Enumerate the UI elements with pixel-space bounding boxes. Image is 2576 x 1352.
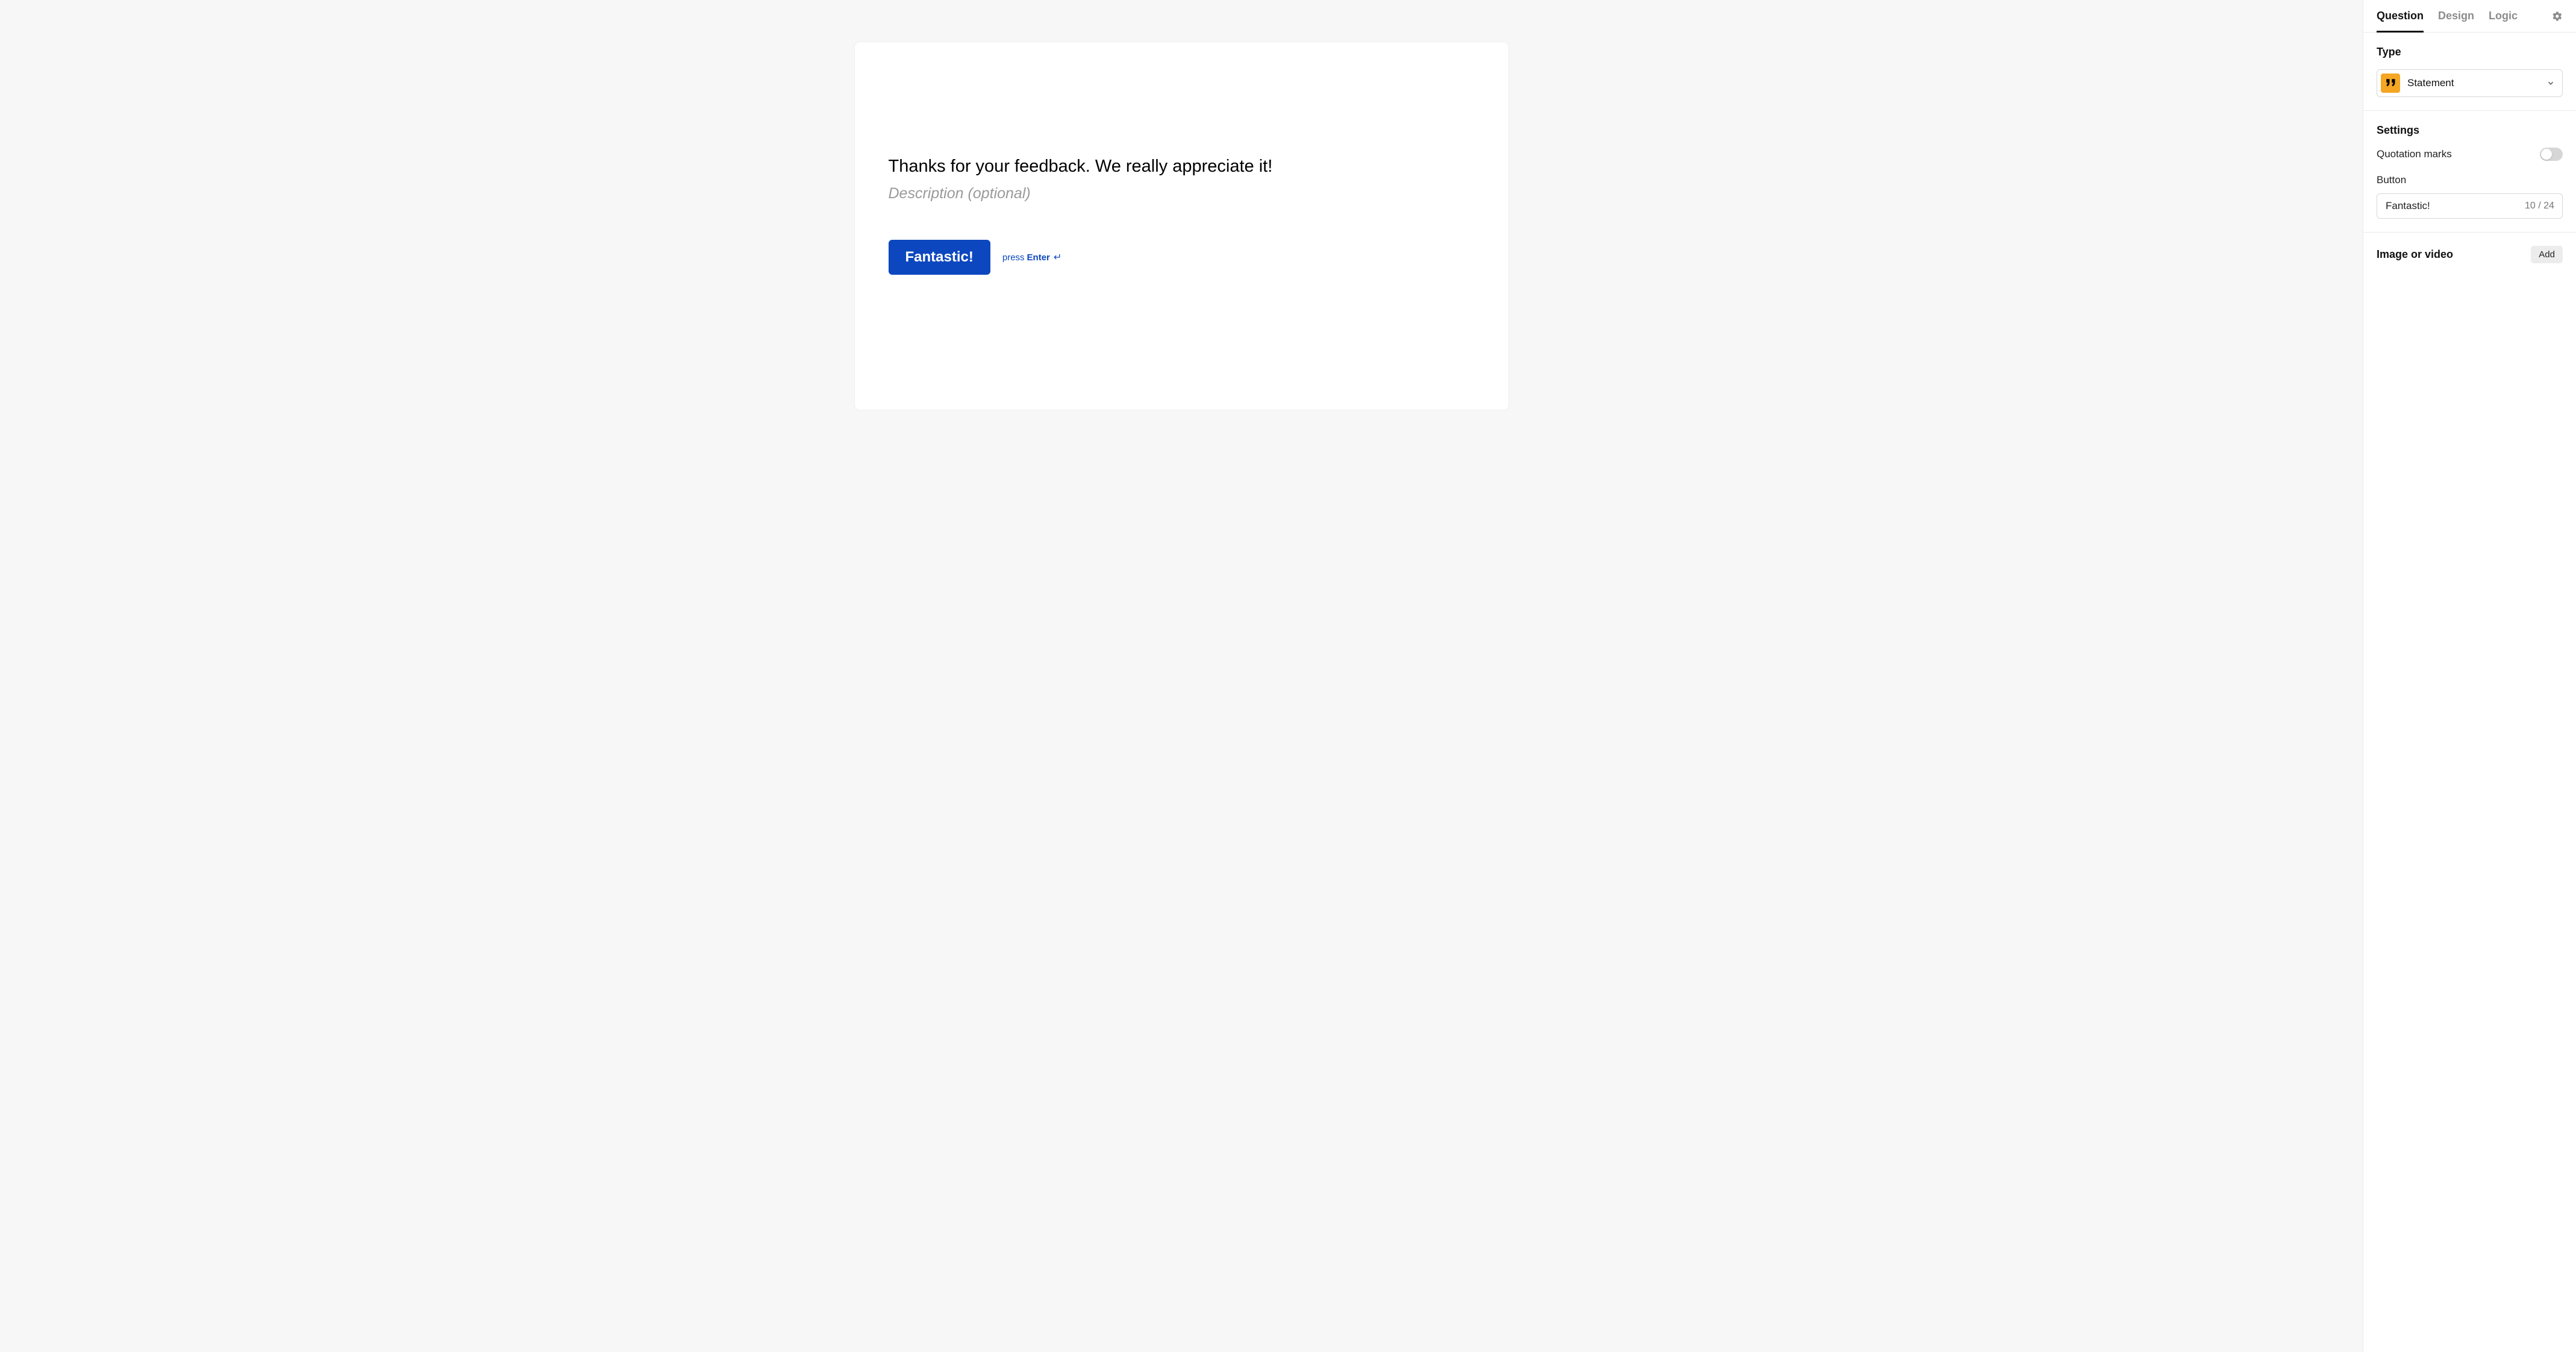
hint-press: press xyxy=(1002,252,1025,263)
chevron-down-icon xyxy=(2546,79,2555,87)
question-card: Thanks for your feedback. We really appr… xyxy=(855,42,1508,410)
media-section: Image or video Add xyxy=(2363,233,2576,277)
sidebar-tabs: Question Design Logic xyxy=(2363,0,2576,33)
media-add-row: Image or video Add xyxy=(2377,246,2563,263)
type-selected-label: Statement xyxy=(2407,77,2539,89)
tab-question[interactable]: Question xyxy=(2377,1,2424,33)
question-description-placeholder[interactable]: Description (optional) xyxy=(889,185,1475,202)
type-section: Type Statement xyxy=(2363,33,2576,111)
question-title[interactable]: Thanks for your feedback. We really appr… xyxy=(889,157,1475,177)
hint-enter: Enter xyxy=(1027,252,1050,263)
settings-section-title: Settings xyxy=(2377,124,2563,137)
gear-icon[interactable] xyxy=(2552,11,2563,22)
type-section-title: Type xyxy=(2377,46,2563,58)
type-select[interactable]: Statement xyxy=(2377,69,2563,97)
media-title: Image or video xyxy=(2377,248,2453,261)
canvas-area: Thanks for your feedback. We really appr… xyxy=(0,0,2363,1352)
button-char-count: 10 / 24 xyxy=(2525,201,2554,211)
add-media-button[interactable]: Add xyxy=(2531,246,2563,263)
settings-section: Settings Quotation marks Button 10 / 24 xyxy=(2363,111,2576,233)
enter-key-icon: ↵ xyxy=(1054,251,1061,263)
tab-design[interactable]: Design xyxy=(2438,1,2474,33)
quotation-marks-toggle[interactable] xyxy=(2540,148,2563,161)
press-enter-hint: press Enter ↵ xyxy=(1002,251,1061,263)
button-field-label: Button xyxy=(2377,174,2563,186)
tab-logic[interactable]: Logic xyxy=(2489,1,2518,33)
button-text-input[interactable] xyxy=(2386,200,2519,212)
quotation-marks-row: Quotation marks xyxy=(2377,148,2563,161)
properties-sidebar: Question Design Logic Type Statement Set… xyxy=(2363,0,2576,1352)
button-text-field[interactable]: 10 / 24 xyxy=(2377,193,2563,219)
quotation-marks-label: Quotation marks xyxy=(2377,148,2452,160)
toggle-knob xyxy=(2541,149,2552,160)
quote-icon xyxy=(2381,74,2400,93)
primary-cta-button[interactable]: Fantastic! xyxy=(889,240,990,275)
card-actions: Fantastic! press Enter ↵ xyxy=(889,240,1475,275)
